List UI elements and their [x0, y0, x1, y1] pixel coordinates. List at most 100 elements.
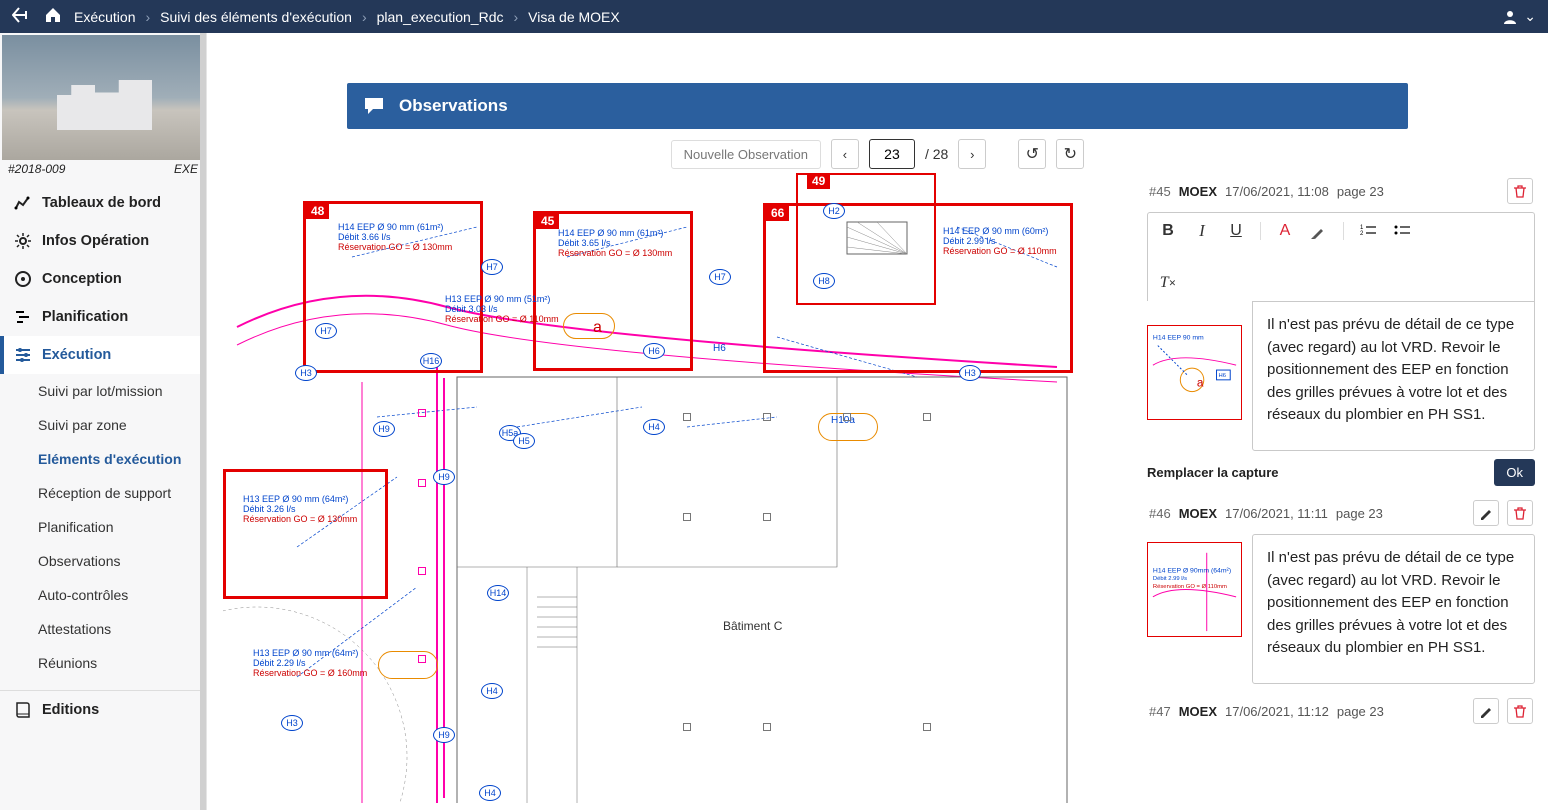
- sidebar-sub-suivi-lot[interactable]: Suivi par lot/mission: [0, 374, 206, 408]
- prev-page-button[interactable]: ‹: [831, 139, 859, 169]
- plan-marker-45[interactable]: 45: [536, 213, 559, 229]
- svg-text:H14 EEP Ø 90mm (64m²): H14 EEP Ø 90mm (64m²): [1153, 567, 1231, 574]
- delete-observation-button[interactable]: [1507, 178, 1533, 204]
- edit-observation-button[interactable]: [1473, 698, 1499, 724]
- observations-panel: #45 MOEX 17/06/2021, 11:08 page 23 B I U…: [1146, 173, 1548, 803]
- sidebar-item-label: Tableaux de bord: [42, 195, 161, 211]
- sidebar-sub-reunions[interactable]: Réunions: [0, 646, 206, 680]
- plan-square: [683, 413, 691, 421]
- observation-page: page 23: [1336, 506, 1383, 521]
- section-title: Observations: [399, 96, 508, 116]
- sliders-icon: [14, 346, 32, 364]
- plan-square: [923, 723, 931, 731]
- rte-italic-button[interactable]: I: [1192, 221, 1212, 241]
- breadcrumb-item-1[interactable]: Exécution: [74, 9, 135, 25]
- sidebar-item-label: Conception: [42, 271, 122, 287]
- svg-text:Débit 2.99 l/s: Débit 2.99 l/s: [1153, 576, 1187, 582]
- edit-observation-button[interactable]: [1473, 500, 1499, 526]
- chevron-right-icon: ›: [970, 147, 974, 162]
- sidebar-scrollbar[interactable]: [200, 33, 206, 810]
- observation-text-editor[interactable]: Il n'est pas prévu de détail de ce type …: [1252, 301, 1535, 451]
- top-bar: Exécution › Suivi des éléments d'exécuti…: [0, 0, 1548, 33]
- rte-ordered-list-button[interactable]: 12: [1358, 221, 1378, 241]
- plan-tag: H5: [513, 433, 535, 449]
- sidebar-item-planification[interactable]: Planification: [0, 298, 206, 336]
- rotate-left-button[interactable]: ↺: [1018, 139, 1046, 169]
- plan-viewer[interactable]: 48 45 66 49 H14 EEP Ø 90 mm (61m²) Débit…: [223, 173, 1134, 803]
- ok-button[interactable]: Ok: [1494, 459, 1535, 486]
- next-page-button[interactable]: ›: [958, 139, 986, 169]
- comment-icon: [363, 95, 385, 117]
- sidebar-sub-reception[interactable]: Réception de support: [0, 476, 206, 510]
- sidebar-item-conception[interactable]: Conception: [0, 260, 206, 298]
- plan-square: [763, 723, 771, 731]
- rotate-right-button[interactable]: ↻: [1056, 139, 1084, 169]
- project-meta: #2018-009 EXE: [0, 160, 206, 184]
- plan-square: [763, 513, 771, 521]
- observation-header: #46 MOEX 17/06/2021, 11:11 page 23: [1147, 496, 1535, 534]
- plan-zone-left[interactable]: [223, 469, 388, 599]
- svg-text:H6: H6: [1218, 373, 1226, 379]
- rte-unordered-list-button[interactable]: [1392, 221, 1412, 241]
- rte-font-color-button[interactable]: A: [1275, 221, 1295, 241]
- plan-label-eep6: H13 EEP Ø 90 mm (64m²) Débit 2.29 l/s Ré…: [253, 649, 367, 679]
- plan-square: [923, 413, 931, 421]
- sidebar-sub-elements[interactable]: Eléments d'exécution: [0, 442, 206, 476]
- rte-highlight-button[interactable]: [1309, 221, 1329, 241]
- plan-tag: H7: [315, 323, 337, 339]
- sidebar-item-editions[interactable]: Editions: [0, 690, 206, 729]
- plan-square: [843, 413, 851, 421]
- breadcrumb-item-2[interactable]: Suivi des éléments d'exécution: [160, 9, 352, 25]
- sidebar-item-label: Infos Opération: [42, 233, 149, 249]
- plan-marker-49[interactable]: 49: [807, 173, 830, 189]
- sidebar-item-infos[interactable]: Infos Opération: [0, 222, 206, 260]
- breadcrumb-item-3[interactable]: plan_execution_Rdc: [377, 9, 504, 25]
- gear-icon: [14, 232, 32, 250]
- chevron-left-icon: ‹: [843, 147, 847, 162]
- app-body: #2018-009 EXE Tableaux de bord Infos Opé…: [0, 33, 1548, 810]
- replace-capture-button[interactable]: Remplacer la capture: [1147, 465, 1279, 480]
- user-menu[interactable]: ⌄: [1502, 8, 1536, 25]
- sidebar-sub-auto[interactable]: Auto-contrôles: [0, 578, 206, 612]
- plan-tag: H16: [420, 353, 442, 369]
- new-observation-button[interactable]: Nouvelle Observation: [671, 140, 821, 169]
- plan-tag: H4: [479, 785, 501, 801]
- rte-divider: [1260, 222, 1261, 240]
- svg-text:Réservation GO = Ø 110mm: Réservation GO = Ø 110mm: [1153, 584, 1227, 590]
- trash-icon: [1513, 506, 1527, 520]
- plan-cloud: [563, 313, 615, 339]
- delete-observation-button[interactable]: [1507, 500, 1533, 526]
- plan-tag: H6: [713, 343, 726, 354]
- sidebar-sub-planification[interactable]: Planification: [0, 510, 206, 544]
- rte-clear-format-button[interactable]: T✕: [1158, 273, 1178, 293]
- sidebar-sub-attestations[interactable]: Attestations: [0, 612, 206, 646]
- observation-thumbnail[interactable]: H14 EEP Ø 90mm (64m²) Débit 2.99 l/s Rés…: [1147, 542, 1242, 637]
- chevron-right-icon: ›: [514, 9, 519, 25]
- user-icon: [1502, 9, 1518, 25]
- delete-observation-button[interactable]: [1507, 698, 1533, 724]
- plan-square: [418, 655, 426, 663]
- plan-tag: H9: [433, 727, 455, 743]
- observation-id: #47: [1149, 704, 1171, 719]
- sidebar-sub-observations[interactable]: Observations: [0, 544, 206, 578]
- plan-marker-66[interactable]: 66: [766, 205, 789, 221]
- trash-icon: [1513, 704, 1527, 718]
- breadcrumb-item-4[interactable]: Visa de MOEX: [528, 9, 620, 25]
- trash-icon: [1513, 184, 1527, 198]
- observation-card-45: #45 MOEX 17/06/2021, 11:08 page 23 B I U…: [1146, 173, 1536, 487]
- observation-thumbnail[interactable]: a H14 EEP 90 mm H6: [1147, 325, 1242, 420]
- sidebar-sub-suivi-zone[interactable]: Suivi par zone: [0, 408, 206, 442]
- sidebar-item-execution[interactable]: Exécution: [0, 336, 206, 374]
- plan-marker-48[interactable]: 48: [306, 203, 329, 219]
- plan-square: [763, 413, 771, 421]
- current-page-input[interactable]: 23: [869, 139, 915, 169]
- project-thumbnail[interactable]: [2, 35, 202, 160]
- home-icon[interactable]: [44, 7, 62, 26]
- plan-tag: H7: [709, 269, 731, 285]
- plan-tag: H3: [959, 365, 981, 381]
- sidebar-item-dashboards[interactable]: Tableaux de bord: [0, 184, 206, 222]
- rte-underline-button[interactable]: U: [1226, 221, 1246, 241]
- rte-bold-button[interactable]: B: [1158, 221, 1178, 241]
- back-icon[interactable]: [12, 7, 32, 26]
- plan-tag: H8: [813, 273, 835, 289]
